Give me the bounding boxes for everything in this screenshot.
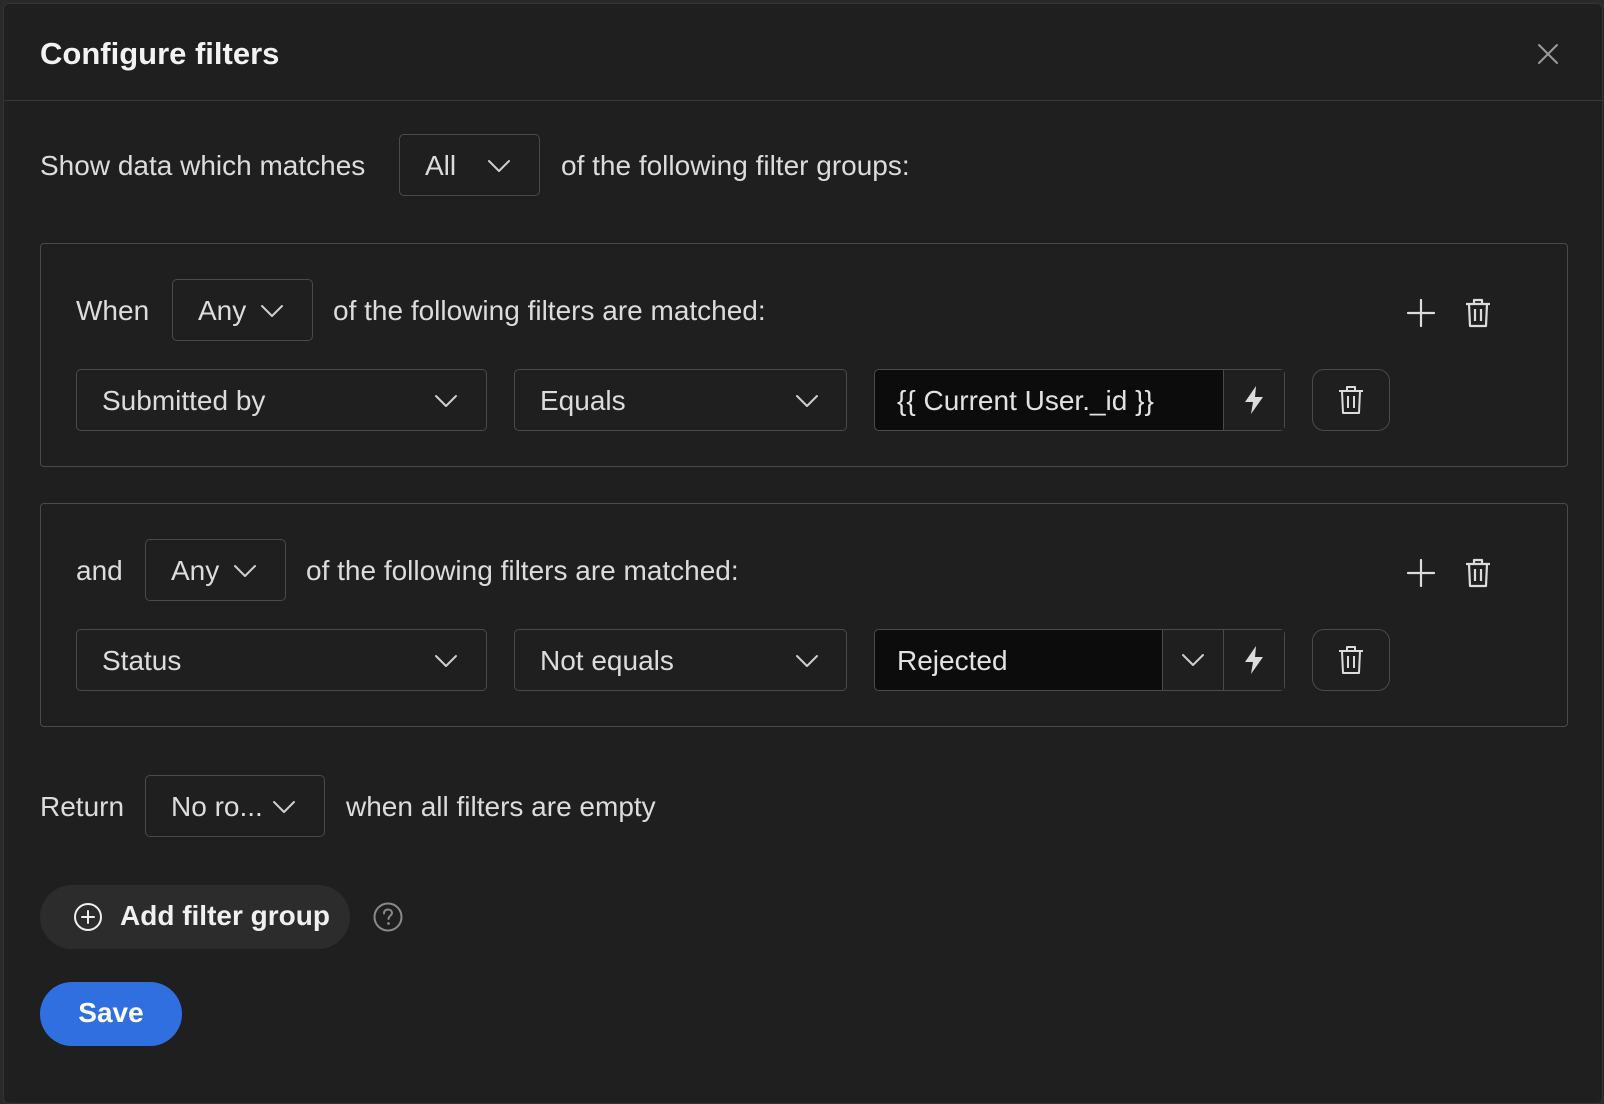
group-2-value-text: Rejected (897, 645, 1008, 676)
chevron-down-icon (796, 655, 818, 667)
group-2-suffix: of the following filters are matched: (306, 555, 739, 586)
group-1-field-value: Submitted by (102, 385, 266, 416)
group-2-value-dropdown-toggle[interactable] (1162, 630, 1223, 690)
group-2-dynamic-value-button[interactable] (1223, 630, 1284, 690)
trash-icon (1339, 386, 1363, 414)
group-2-prefix: and (76, 555, 123, 586)
plus-icon[interactable] (1404, 556, 1438, 590)
return-prefix-label: Return (40, 791, 125, 822)
match-prefix-label: Show data which matches (40, 150, 366, 181)
group-1-match-value: Any (198, 295, 247, 326)
group-1-operator-dropdown[interactable]: Equals (514, 369, 847, 431)
plus-circle-icon (74, 903, 102, 931)
dialog-title: Configure filters (40, 36, 280, 71)
plus-icon[interactable] (1404, 296, 1438, 330)
add-filter-group-button[interactable]: Add filter group (40, 885, 350, 949)
trash-icon[interactable] (1461, 556, 1495, 590)
match-suffix-label: of the following filter groups: (561, 150, 910, 181)
group-1-delete-filter-button[interactable] (1312, 369, 1390, 431)
dialog-header: Configure filters (4, 4, 1602, 101)
chevron-down-icon (488, 160, 510, 172)
chevron-down-icon (796, 395, 818, 407)
chevron-down-icon (435, 395, 457, 407)
group-2-value-select[interactable]: Rejected (874, 629, 1285, 691)
lightning-icon (1245, 646, 1263, 674)
trash-icon (1339, 646, 1363, 674)
filter-group-2: and Any of the following filters are mat… (40, 503, 1568, 727)
group-2-field-value: Status (102, 645, 182, 676)
group-2-field-dropdown[interactable]: Status (76, 629, 487, 691)
group-1-prefix: When (76, 295, 150, 326)
filter-group-1: When Any of the following filters are ma… (40, 243, 1568, 467)
group-1-suffix: of the following filters are matched: (333, 295, 766, 326)
close-icon[interactable] (1534, 40, 1562, 68)
chevron-down-icon (234, 565, 256, 577)
group-2-match-value: Any (171, 555, 220, 586)
group-1-value-input[interactable]: {{ Current User._id }} (874, 369, 1285, 431)
empty-filter-return-dropdown[interactable]: No ro... (145, 775, 325, 837)
group-1-field-dropdown[interactable]: Submitted by (76, 369, 487, 431)
group-2-operator-value: Not equals (540, 645, 674, 676)
group-1-match-dropdown[interactable]: Any (172, 279, 313, 341)
save-button[interactable]: Save (40, 982, 182, 1046)
chevron-down-icon (435, 655, 457, 667)
group-match-dropdown[interactable]: All (399, 134, 540, 196)
empty-filter-return-value: No ro... (171, 791, 263, 822)
help-icon[interactable] (372, 901, 404, 933)
return-suffix-label: when all filters are empty (346, 791, 656, 822)
trash-icon[interactable] (1461, 296, 1495, 330)
group-1-dynamic-value-button[interactable] (1223, 370, 1284, 430)
chevron-down-icon (273, 801, 295, 813)
configure-filters-dialog: Configure filters Show data which matche… (3, 3, 1603, 1104)
group-match-value: All (425, 150, 457, 181)
add-filter-group-label: Add filter group (120, 900, 330, 931)
group-2-delete-filter-button[interactable] (1312, 629, 1390, 691)
chevron-down-icon (1182, 654, 1204, 666)
chevron-down-icon (261, 305, 283, 317)
group-2-operator-dropdown[interactable]: Not equals (514, 629, 847, 691)
group-1-value-text: {{ Current User._id }} (897, 385, 1154, 416)
save-button-label: Save (78, 997, 144, 1028)
group-2-match-dropdown[interactable]: Any (145, 539, 286, 601)
lightning-icon (1245, 386, 1263, 414)
group-1-operator-value: Equals (540, 385, 626, 416)
